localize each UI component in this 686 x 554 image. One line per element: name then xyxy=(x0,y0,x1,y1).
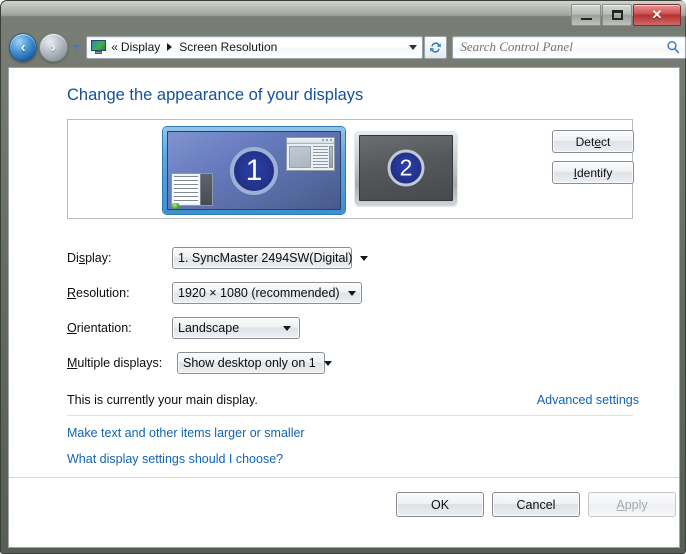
breadcrumb-separator-icon[interactable] xyxy=(167,43,173,51)
monitor-2-number: 2 xyxy=(387,149,425,187)
back-arrow-icon: ‹ xyxy=(20,38,26,56)
display-select-value: 1. SyncMaster 2494SW(Digital) xyxy=(178,251,353,265)
monitor-1-preview[interactable]: 1 xyxy=(163,127,345,214)
multiple-displays-label: Multiple displays: xyxy=(67,356,163,370)
breadcrumb-item-screen-resolution[interactable]: Screen Resolution xyxy=(179,40,277,54)
chevron-down-icon xyxy=(347,290,356,296)
back-button[interactable]: ‹ xyxy=(9,32,38,62)
advanced-settings-link[interactable]: Advanced settings xyxy=(537,393,639,407)
window-frame: ✕ ‹ › « Display Screen Resolution Search… xyxy=(0,0,686,554)
apply-label-post: pply xyxy=(624,497,648,512)
orientation-select-value: Landscape xyxy=(178,321,240,335)
resolution-select-value: 1920 × 1080 (recommended) xyxy=(178,286,340,300)
search-box[interactable] xyxy=(452,35,686,59)
orientation-field-row: Orientation: Landscape xyxy=(67,316,300,340)
caption-button-group: ✕ xyxy=(570,3,681,26)
start-menu-thumbnail-icon xyxy=(171,173,213,206)
search-input[interactable] xyxy=(453,39,661,55)
display-arrangement-panel[interactable]: 1 2 xyxy=(67,119,633,219)
close-icon: ✕ xyxy=(651,7,663,22)
main-display-status-text: This is currently your main display. xyxy=(67,393,258,407)
monitor-1-number: 1 xyxy=(230,146,278,195)
breadcrumb-overflow-icon[interactable]: « xyxy=(111,40,118,54)
content-area: Change the appearance of your displays 1… xyxy=(8,67,680,548)
orientation-label: Orientation: xyxy=(67,321,132,335)
window-thumbnail-icon xyxy=(286,137,335,171)
refresh-button[interactable] xyxy=(423,35,448,59)
identify-label-post: dentify xyxy=(576,165,613,180)
multiple-displays-field-row: Multiple displays: Show desktop only on … xyxy=(67,351,332,375)
chevron-down-icon xyxy=(283,325,291,331)
forward-arrow-icon: › xyxy=(50,38,56,56)
orientation-select[interactable]: Landscape xyxy=(172,317,300,339)
identify-button[interactable]: Identify xyxy=(552,161,634,184)
display-settings-icon xyxy=(91,40,107,54)
address-dropdown-button[interactable] xyxy=(405,37,422,58)
minimize-icon xyxy=(580,16,592,20)
ok-button[interactable]: OK xyxy=(396,492,484,517)
monitor-2-preview[interactable]: 2 xyxy=(355,131,457,205)
chevron-down-icon xyxy=(409,44,418,50)
refresh-icon xyxy=(430,41,442,53)
resolution-label: Resolution: xyxy=(67,286,130,300)
apply-button: Apply xyxy=(588,492,676,517)
multiple-displays-select[interactable]: Show desktop only on 1 xyxy=(177,352,332,374)
address-bar[interactable]: « Display Screen Resolution xyxy=(86,35,423,59)
display-select[interactable]: 1. SyncMaster 2494SW(Digital) xyxy=(172,247,369,269)
page-title: Change the appearance of your displays xyxy=(67,86,364,104)
search-icon[interactable] xyxy=(661,40,685,54)
monitor-1-screen: 1 xyxy=(167,131,341,210)
start-orb-icon xyxy=(172,203,179,209)
multiple-displays-select-value: Show desktop only on 1 xyxy=(183,356,316,370)
chevron-down-icon xyxy=(323,360,332,366)
detect-label-pre: Det xyxy=(575,134,595,149)
detect-button[interactable]: Det e ct xyxy=(552,130,634,153)
chevron-down-icon xyxy=(71,44,80,50)
breadcrumb-item-display[interactable]: Display xyxy=(121,40,160,54)
maximize-button[interactable] xyxy=(602,3,632,26)
what-display-settings-link[interactable]: What display settings should I choose? xyxy=(67,452,283,466)
display-field-row: Display: 1. SyncMaster 2494SW(Digital) xyxy=(67,246,369,270)
make-text-larger-link[interactable]: Make text and other items larger or smal… xyxy=(67,426,305,440)
apply-label-accel: A xyxy=(616,497,625,512)
cancel-button[interactable]: Cancel xyxy=(492,492,580,517)
resolution-select[interactable]: 1920 × 1080 (recommended) xyxy=(172,282,362,304)
monitor-2-screen: 2 xyxy=(359,135,453,201)
ok-label: OK xyxy=(430,497,450,512)
detect-label-accel: e xyxy=(594,134,602,149)
content-divider xyxy=(67,415,633,416)
footer-divider xyxy=(9,477,679,478)
close-button[interactable]: ✕ xyxy=(633,3,681,26)
detect-label-post: ct xyxy=(601,134,611,149)
display-label: Display: xyxy=(67,251,112,265)
cancel-label: Cancel xyxy=(516,497,556,512)
recent-pages-dropdown-button[interactable] xyxy=(70,34,83,61)
breadcrumb[interactable]: « Display Screen Resolution xyxy=(87,40,405,54)
resolution-field-row: Resolution: 1920 × 1080 (recommended) xyxy=(67,281,362,305)
minimize-button[interactable] xyxy=(571,3,601,26)
navigation-bar: ‹ › « Display Screen Resolution xyxy=(2,29,686,65)
chevron-down-icon xyxy=(360,255,369,261)
maximize-icon xyxy=(611,9,623,20)
forward-button[interactable]: › xyxy=(39,32,68,62)
